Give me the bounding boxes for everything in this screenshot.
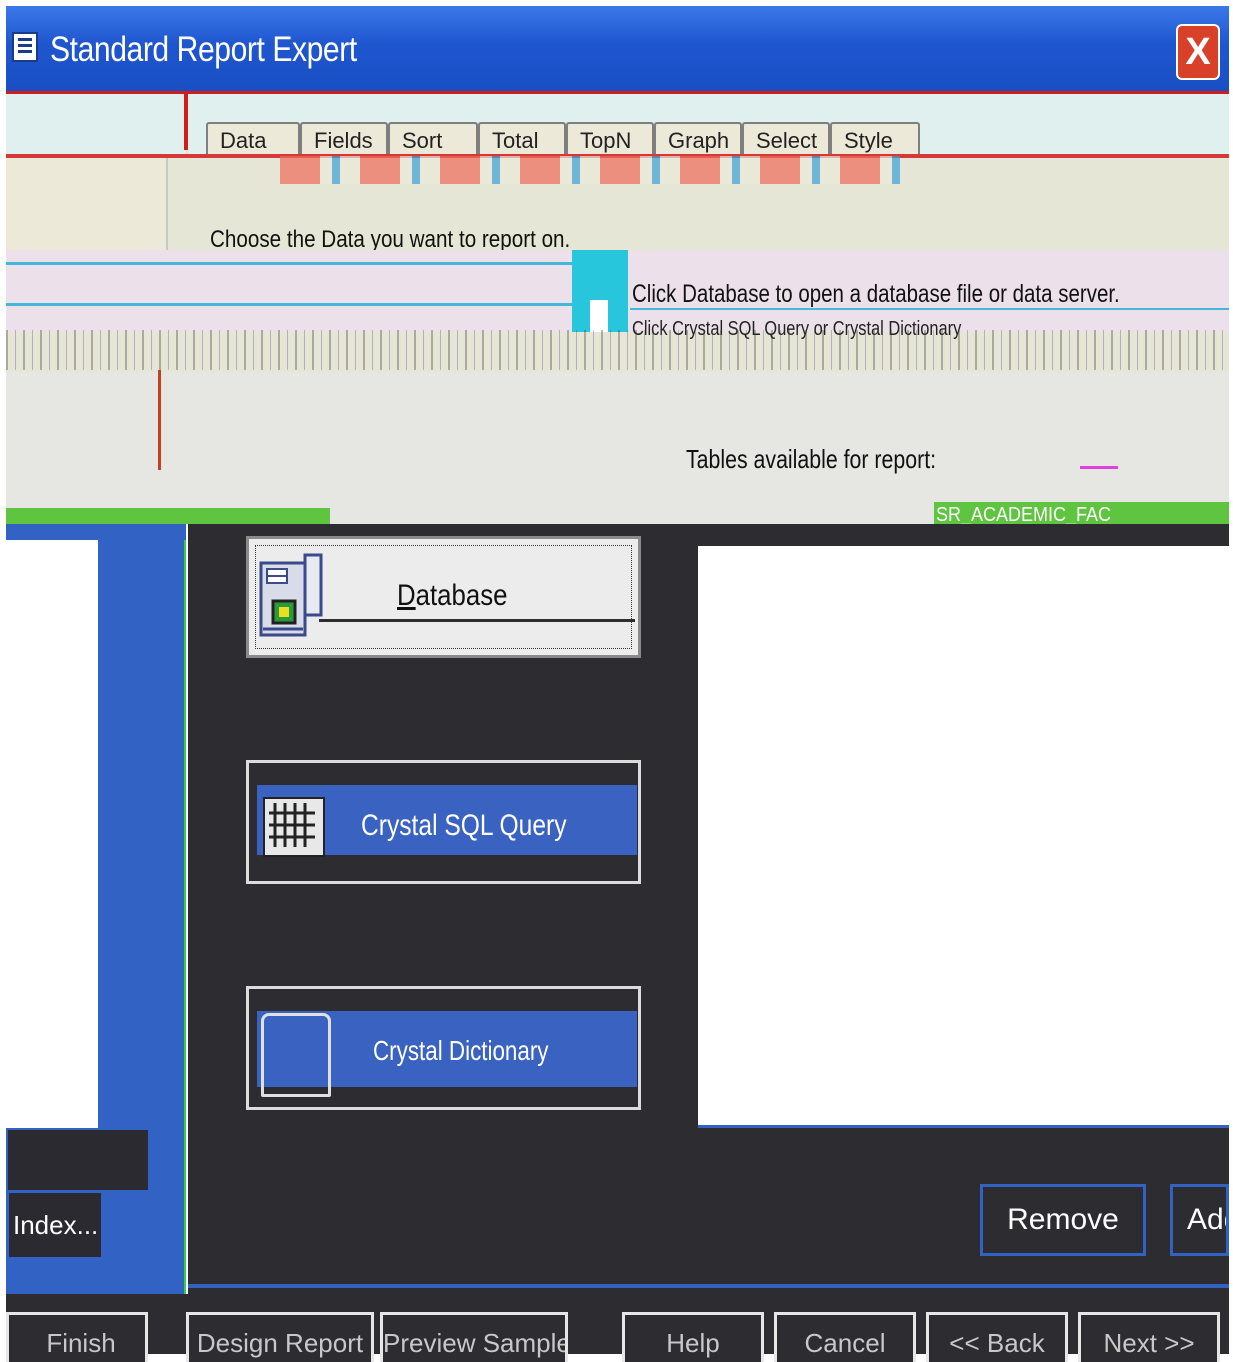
tab-data[interactable]: Data [206,122,300,158]
button-underline [319,619,635,622]
index-button[interactable]: Index... [6,1190,104,1260]
close-button[interactable]: X [1176,24,1220,80]
left-panel-footer [6,1128,150,1192]
database-hint: Click Database to open a database file o… [632,280,1120,308]
hint-overflow-text [6,330,1229,370]
help-button[interactable]: Help [622,1312,764,1362]
pane-bottom-border [188,1284,1229,1288]
crystal-sql-query-label: Crystal SQL Query [361,809,567,842]
crystal-dictionary-label: Crystal Dictionary [373,1035,549,1066]
next-button[interactable]: Next >> [1078,1312,1220,1362]
database-icon [259,553,323,641]
report-app-icon [12,32,38,62]
instruction-lines [6,262,572,306]
window-title: Standard Report Expert [50,30,357,69]
hint-divider [630,308,1229,310]
info-marker-notch [590,300,608,332]
tab-select[interactable]: Select [742,122,830,158]
cancel-button[interactable]: Cancel [774,1312,916,1362]
finish-button[interactable]: Finish [6,1312,148,1362]
divider [184,540,186,1354]
preview-sample-button[interactable]: Preview Sample [380,1312,568,1362]
add-button[interactable]: Add [1170,1184,1229,1256]
tab-style[interactable]: Style [830,122,920,158]
database-button-label: Database [397,579,508,612]
tables-available-label: Tables available for report: [686,444,937,474]
database-button[interactable]: Database [246,536,641,658]
left-list[interactable] [6,540,98,1128]
remove-button[interactable]: Remove [980,1184,1146,1256]
selection-bar [6,508,330,524]
tab-strip-artifact [280,156,900,184]
crystal-dictionary-button[interactable]: Crystal Dictionary [246,986,641,1110]
divider [158,370,161,470]
tables-list[interactable] [698,546,1229,1128]
artifact-dash [1080,466,1118,469]
left-strip [6,94,186,154]
tab-sort[interactable]: Sort [388,122,478,158]
tab-fields[interactable]: Fields [300,122,388,158]
design-report-button[interactable]: Design Report [186,1312,374,1362]
crystal-sql-query-button[interactable]: Crystal SQL Query [246,760,641,884]
tab-topn[interactable]: TopN [566,122,654,158]
sql-query-icon [263,797,325,857]
dictionary-icon [261,1013,331,1097]
tab-total[interactable]: Total [478,122,566,158]
tab-graph[interactable]: Graph [654,122,742,158]
back-button[interactable]: << Back [926,1312,1068,1362]
left-panel [6,158,168,252]
